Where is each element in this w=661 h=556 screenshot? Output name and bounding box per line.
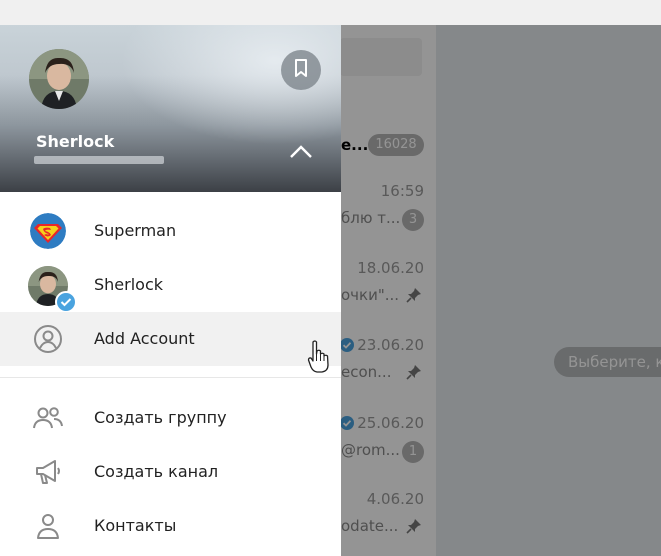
side-drawer: Sherlock Superman Sherlock Add Account С… [0, 25, 341, 556]
bookmark-icon [293, 58, 309, 82]
menu-item-create-channel[interactable]: Создать канал [0, 445, 341, 499]
profile-name: Sherlock [36, 132, 115, 151]
superman-avatar [30, 213, 66, 249]
account-label: Superman [94, 221, 177, 240]
active-account-check-icon [55, 291, 77, 313]
window-titlebar [0, 0, 661, 25]
profile-phone [34, 156, 164, 164]
menu-label: Контакты [94, 516, 177, 535]
account-label: Sherlock [94, 275, 164, 294]
chevron-up-icon [289, 144, 313, 163]
toggle-accounts-button[interactable] [285, 137, 317, 169]
saved-messages-button[interactable] [281, 50, 321, 90]
group-icon [32, 402, 64, 434]
menu-item-contacts[interactable]: Контакты [0, 499, 341, 553]
add-account-button[interactable]: Add Account [0, 312, 341, 366]
menu-label: Создать группу [94, 408, 227, 427]
menu-item-create-group[interactable]: Создать группу [0, 391, 341, 445]
account-item-sherlock[interactable]: Sherlock [0, 258, 341, 313]
drawer-header: Sherlock [0, 25, 341, 192]
account-circle-icon [32, 323, 64, 355]
account-item-superman[interactable]: Superman [0, 204, 341, 258]
profile-avatar[interactable] [29, 49, 89, 109]
contact-icon [32, 510, 64, 542]
megaphone-icon [32, 456, 64, 488]
divider [0, 377, 341, 378]
menu-label: Создать канал [94, 462, 219, 481]
add-account-label: Add Account [94, 329, 195, 348]
